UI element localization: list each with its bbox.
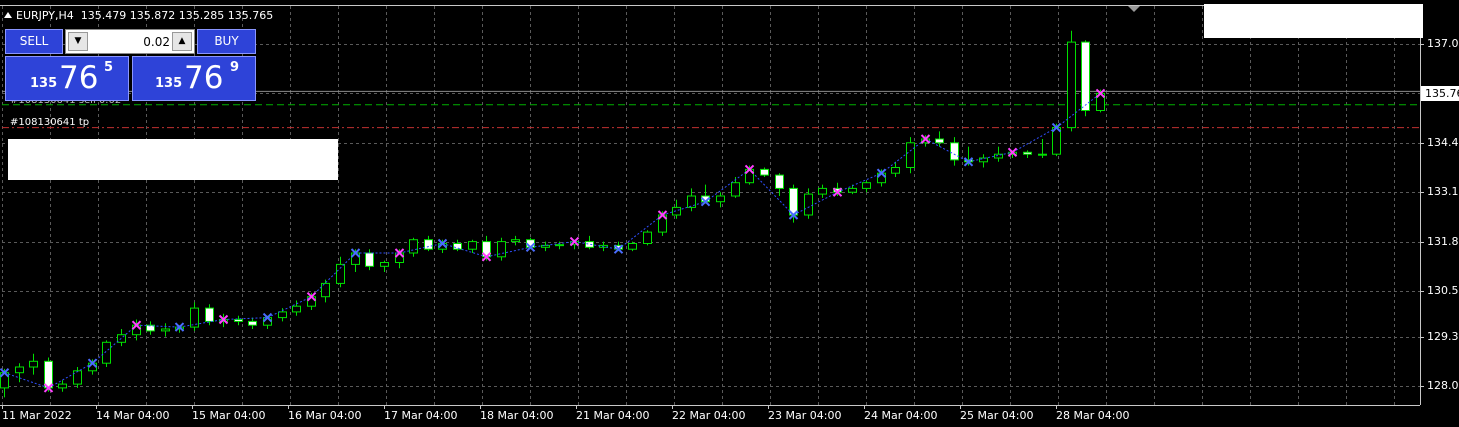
time-axis-label: 11 Mar 2022 <box>2 409 72 422</box>
buy-price-main: 76 <box>184 60 224 96</box>
candle-body <box>1038 153 1047 156</box>
time-axis-label: 23 Mar 04:00 <box>768 409 842 422</box>
candle-body <box>716 195 725 203</box>
candle-body <box>555 244 564 247</box>
candle-body <box>804 193 813 216</box>
chart-title: EURJPY,H4 135.479 135.872 135.285 135.76… <box>4 9 273 22</box>
price-axis-label: 129.3 <box>1427 330 1459 343</box>
buy-price-prefix: 135 <box>155 76 183 91</box>
price-axis-label: 131.8 <box>1427 235 1459 248</box>
lot-increase-button[interactable]: ▲ <box>172 32 192 51</box>
candle-body <box>760 168 769 176</box>
time-axis-label: 14 Mar 04:00 <box>96 409 170 422</box>
time-axis-label: 18 Mar 04:00 <box>480 409 554 422</box>
candle-body <box>775 174 784 189</box>
sell-price-main: 76 <box>59 60 99 96</box>
candle-body <box>409 239 418 254</box>
buy-price-fraction: 9 <box>230 60 240 75</box>
time-axis-label: 17 Mar 04:00 <box>384 409 458 422</box>
overlay-panel-left <box>8 139 338 180</box>
price-axis-label: 128.0 <box>1427 379 1459 392</box>
candle-body <box>511 239 520 243</box>
time-axis-label: 28 Mar 04:00 <box>1056 409 1130 422</box>
candle-body <box>161 328 170 332</box>
one-click-trading-panel: SELL ▼ ▲ BUY 135 76 5 135 76 9 <box>5 29 256 101</box>
price-axis-label: 134.4 <box>1427 136 1459 149</box>
ohlc-readout: 135.479 135.872 135.285 135.765 <box>80 9 274 22</box>
sell-price-prefix: 135 <box>30 76 58 91</box>
candle-body <box>73 370 82 385</box>
sell-button[interactable]: SELL <box>5 29 63 54</box>
symbol-title: EURJPY,H4 <box>16 9 74 22</box>
candle-body <box>687 195 696 208</box>
candle-body <box>643 231 652 245</box>
candle-body <box>321 282 330 298</box>
price-axis-label: 137.0 <box>1427 37 1459 50</box>
candle-body <box>29 360 38 368</box>
candle-body <box>453 243 462 250</box>
candle-body <box>292 305 301 313</box>
time-axis-label: 21 Mar 04:00 <box>576 409 650 422</box>
candle-body <box>950 142 959 161</box>
order-tp-label: #108130641 tp <box>10 117 90 128</box>
candle-body <box>380 262 389 267</box>
candle-body <box>891 167 900 174</box>
candle-body <box>58 383 67 389</box>
candle-body <box>190 307 199 328</box>
candle-body <box>234 319 243 322</box>
lot-size-input[interactable] <box>90 32 172 51</box>
current-price-label: 135.765 <box>1421 86 1459 101</box>
candle-body <box>906 142 915 169</box>
time-axis-label: 22 Mar 04:00 <box>672 409 746 422</box>
candle-body <box>731 182 740 197</box>
candle-body <box>818 187 827 195</box>
candle-body <box>102 341 111 364</box>
candle-body <box>628 243 637 250</box>
candle-body <box>1081 41 1090 111</box>
price-axis-label: 130.5 <box>1427 284 1459 297</box>
sell-price-fraction: 5 <box>104 60 114 75</box>
candle-body <box>862 182 871 189</box>
lot-size-stepper: ▼ ▲ <box>65 29 195 54</box>
candle-body <box>848 187 857 193</box>
price-axis-label: 133.1 <box>1427 185 1459 198</box>
candle-body <box>935 138 944 144</box>
time-axis-label: 15 Mar 04:00 <box>192 409 266 422</box>
candle-body <box>365 252 374 267</box>
candle-body <box>424 239 433 250</box>
candle-body <box>585 241 594 248</box>
sell-price-display[interactable]: 135 76 5 <box>5 56 129 101</box>
buy-button[interactable]: BUY <box>197 29 256 54</box>
candle-body <box>278 311 287 319</box>
candle-body <box>672 206 681 216</box>
time-axis-label: 16 Mar 04:00 <box>288 409 362 422</box>
candle-body <box>1067 41 1076 129</box>
overlay-panel-right <box>1204 4 1423 38</box>
time-axis-label: 25 Mar 04:00 <box>960 409 1034 422</box>
candle-body <box>248 320 257 326</box>
time-axis-label: 24 Mar 04:00 <box>864 409 938 422</box>
candle-body <box>979 157 988 163</box>
candle-body <box>205 307 214 322</box>
candle-body <box>15 366 24 374</box>
lot-decrease-button[interactable]: ▼ <box>68 32 88 51</box>
collapse-triangle-icon[interactable] <box>4 12 12 18</box>
buy-price-display[interactable]: 135 76 9 <box>132 56 256 101</box>
candle-body <box>468 241 477 250</box>
candle-body <box>1023 151 1032 155</box>
